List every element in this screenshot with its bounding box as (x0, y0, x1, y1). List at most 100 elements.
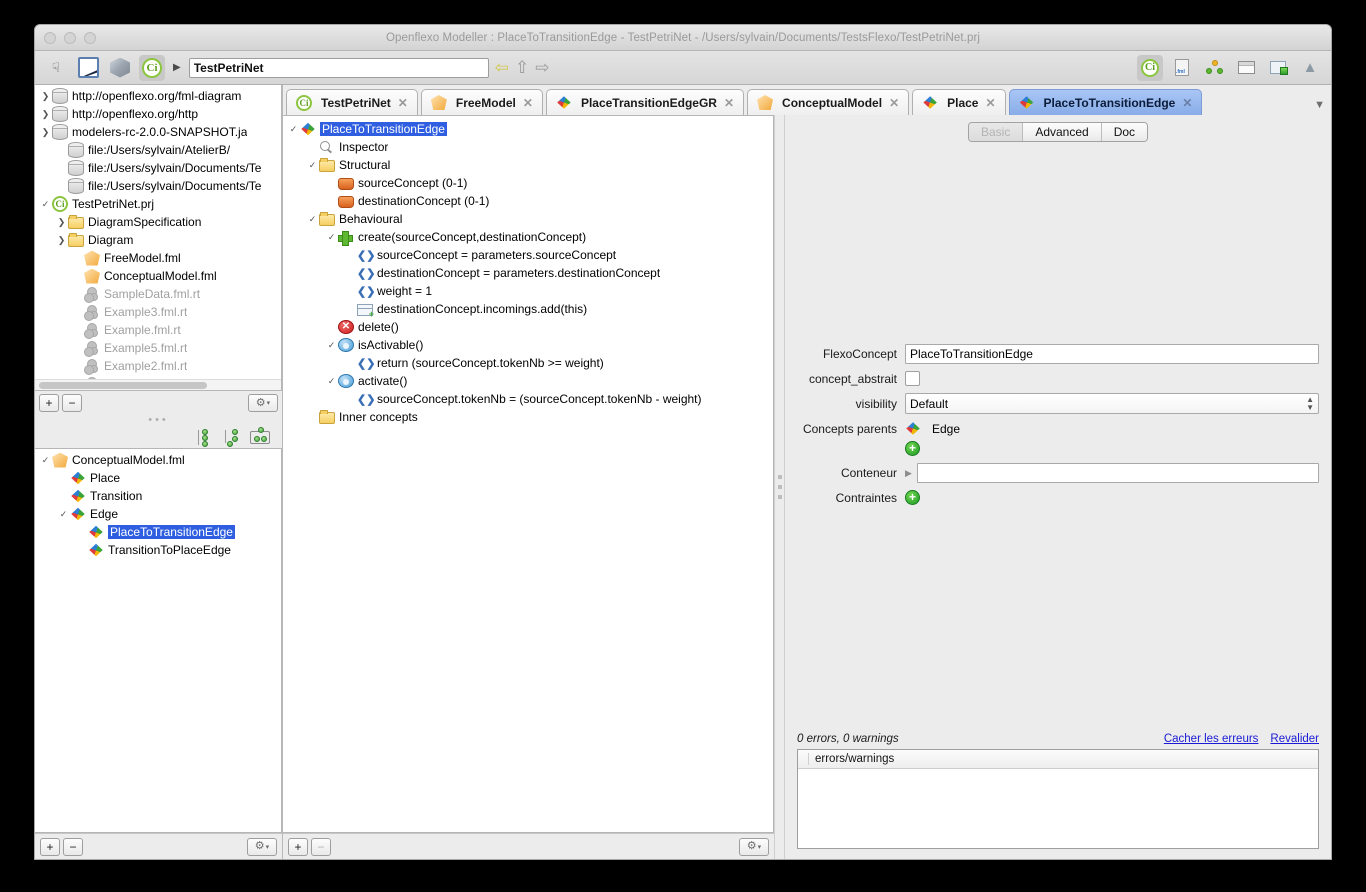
tree-row[interactable]: SampleData.fml.rt (35, 285, 281, 303)
tree-row[interactable]: PlaceToTransitionEdge (35, 523, 281, 541)
vertical-splitter[interactable] (774, 115, 785, 859)
add-concept-button[interactable]: + (40, 837, 60, 856)
twisty-expanded-icon[interactable]: ✓ (306, 214, 319, 225)
node-graph-icon[interactable] (1201, 55, 1227, 81)
maximize-window-button[interactable] (84, 31, 96, 44)
editor-tab[interactable]: FreeModel ✕ (420, 89, 543, 115)
tree-row[interactable]: ✕ delete() (283, 318, 773, 336)
grouped-view-icon[interactable] (250, 426, 270, 444)
tree-row[interactable]: Place (35, 469, 281, 487)
forward-arrow-icon[interactable]: ⇨ (535, 59, 549, 76)
remove-element-button[interactable]: − (311, 837, 331, 856)
close-tab-icon[interactable]: ✕ (523, 96, 533, 110)
add-contrainte-button[interactable]: + (905, 490, 920, 505)
tree-row[interactable]: ❮❯ sourceConcept.tokenNb = (sourceConcept… (283, 390, 773, 408)
concepts-parents-value-row[interactable]: Edge (905, 421, 960, 436)
collapse-up-icon[interactable]: ▲ (1297, 55, 1323, 81)
close-window-button[interactable] (44, 31, 56, 44)
tree-row[interactable]: ❮❯ return (sourceConcept.tokenNb >= weigh… (283, 354, 773, 372)
openflexo-logo-icon[interactable] (75, 55, 101, 81)
twisty-expanded-icon[interactable]: ✓ (287, 124, 300, 135)
tree-row[interactable]: destinationConcept (0-1) (283, 192, 773, 210)
tree-row[interactable]: ❯ modelers-rc-2.0.0-SNAPSHOT.ja (35, 123, 281, 141)
close-tab-icon[interactable]: ✕ (724, 96, 734, 110)
tree-row[interactable]: ✓ ConceptualModel.fml (35, 451, 281, 469)
tree-row[interactable]: ❯ DiagramSpecification (35, 213, 281, 231)
twisty-expanded-icon[interactable]: ✓ (39, 455, 52, 466)
tree-row[interactable]: ✓ Ci TestPetriNet.prj (35, 195, 281, 213)
tree-row[interactable]: Example2.fml.rt (35, 357, 281, 375)
tree-row[interactable]: sourceConcept (0-1) (283, 174, 773, 192)
tree-row[interactable]: file:/Users/sylvain/AtelierB/ (35, 141, 281, 159)
concept-abstrait-checkbox[interactable] (905, 371, 920, 386)
resource-tree[interactable]: ❯ http://openflexo.org/fml-diagram ❯ http:/… (35, 85, 281, 390)
tree-row[interactable]: ❮❯ weight = 1 (283, 282, 773, 300)
add-element-button[interactable]: + (288, 837, 308, 856)
chevron-double-down-icon[interactable]: ☟ (43, 55, 69, 81)
tree-row[interactable]: ❮❯ destinationConcept = parameters.destin… (283, 264, 773, 282)
tree-row[interactable]: FreeModel.fml (35, 249, 281, 267)
twisty-expanded-icon[interactable]: ✓ (325, 376, 338, 387)
element-options-button[interactable]: ⚙ ▾ (739, 837, 769, 856)
remove-concept-button[interactable]: − (63, 837, 83, 856)
close-tab-icon[interactable]: ✕ (889, 96, 899, 110)
tree-row[interactable]: ✓ Structural (283, 156, 773, 174)
tree-row[interactable]: ❯ http://openflexo.org/fml-diagram (35, 87, 281, 105)
editor-tab[interactable]: PlaceTransitionEdgeGR ✕ (545, 89, 745, 115)
tree-row[interactable]: Inspector (283, 138, 773, 156)
flexo-concept-input[interactable] (905, 344, 1319, 364)
twisty-expanded-icon[interactable]: ✓ (325, 340, 338, 351)
tree-row[interactable]: Transition (35, 487, 281, 505)
twisty-expanded-icon[interactable]: ✓ (39, 199, 52, 210)
editor-tab[interactable]: PlaceToTransitionEdge ✕ (1008, 89, 1203, 115)
ci-project-icon[interactable]: Ci (139, 54, 165, 81)
twisty-collapsed-icon[interactable]: ❯ (39, 91, 52, 102)
back-arrow-icon[interactable]: ⇦ (495, 59, 509, 76)
tree-row[interactable]: ✓ PlaceToTransitionEdge (283, 120, 773, 138)
cube-icon[interactable] (107, 55, 133, 81)
tree-row[interactable]: Example.fml.rt (35, 321, 281, 339)
close-tab-icon[interactable]: ✕ (1182, 96, 1192, 110)
tree-row[interactable]: Example3.fml.rt (35, 303, 281, 321)
remove-resource-button[interactable]: − (62, 394, 82, 412)
tree-row[interactable]: ❮❯ sourceConcept = parameters.sourceConce… (283, 246, 773, 264)
list-view-icon[interactable] (196, 428, 214, 447)
add-resource-button[interactable]: + (39, 394, 59, 412)
twisty-expanded-icon[interactable]: ✓ (57, 509, 70, 520)
expand-triangle-icon[interactable]: ▶ (905, 468, 912, 479)
hide-errors-link[interactable]: Cacher les erreurs (1164, 733, 1259, 745)
tree-row[interactable]: Inner concepts (283, 408, 773, 426)
twisty-expanded-icon[interactable]: ✓ (306, 160, 319, 171)
add-parent-button[interactable]: + (905, 441, 920, 456)
fml-tree-container[interactable]: ✓ PlaceToTransitionEdge Inspector ✓ Structur… (283, 115, 774, 833)
inspector-tab-doc[interactable]: Doc (1101, 123, 1148, 141)
window-icon[interactable] (1233, 55, 1259, 81)
tree-row[interactable]: ✓ activate() (283, 372, 773, 390)
visibility-select[interactable]: Default ▲ ▼ (905, 393, 1319, 414)
tab-overflow-chevron-down-icon[interactable]: ▼ (1314, 99, 1325, 111)
tree-row[interactable]: ✓ Behavioural (283, 210, 773, 228)
concept-options-button[interactable]: ⚙ ▾ (247, 837, 277, 856)
editor-tab[interactable]: Place ✕ (912, 89, 1006, 115)
path-input[interactable] (188, 57, 489, 78)
tree-row[interactable]: Example5.fml.rt (35, 339, 281, 357)
tree-row[interactable]: ❯ http://openflexo.org/http (35, 105, 281, 123)
inspector-tab-advanced[interactable]: Advanced (1023, 123, 1102, 141)
diagram-icon[interactable] (1265, 55, 1291, 81)
twisty-collapsed-icon[interactable]: ❯ (39, 127, 52, 138)
up-arrow-icon[interactable]: ⇧ (515, 59, 529, 76)
fml-tree[interactable]: ✓ PlaceToTransitionEdge Inspector ✓ Structur… (283, 116, 773, 426)
twisty-expanded-icon[interactable]: ✓ (325, 232, 338, 243)
tree-row[interactable]: destinationConcept.incomings.add(this) (283, 300, 773, 318)
minimize-window-button[interactable] (64, 31, 76, 44)
close-tab-icon[interactable]: ✕ (985, 96, 995, 110)
tree-row[interactable]: TransitionToPlaceEdge (35, 541, 281, 559)
resource-tree-panel[interactable]: ❯ http://openflexo.org/fml-diagram ❯ http:/… (35, 85, 282, 391)
revalidate-link[interactable]: Revalider (1270, 733, 1319, 745)
fml-document-icon[interactable] (1169, 55, 1195, 81)
panel-splitter-handle[interactable]: ••• (35, 415, 282, 428)
concept-tree[interactable]: ✓ ConceptualModel.fml Place Transition ✓ Edge… (35, 449, 281, 559)
twisty-collapsed-icon[interactable]: ❯ (55, 217, 68, 228)
conteneur-input[interactable] (916, 463, 1319, 483)
tree-row[interactable]: file:/Users/sylvain/Documents/Te (35, 159, 281, 177)
